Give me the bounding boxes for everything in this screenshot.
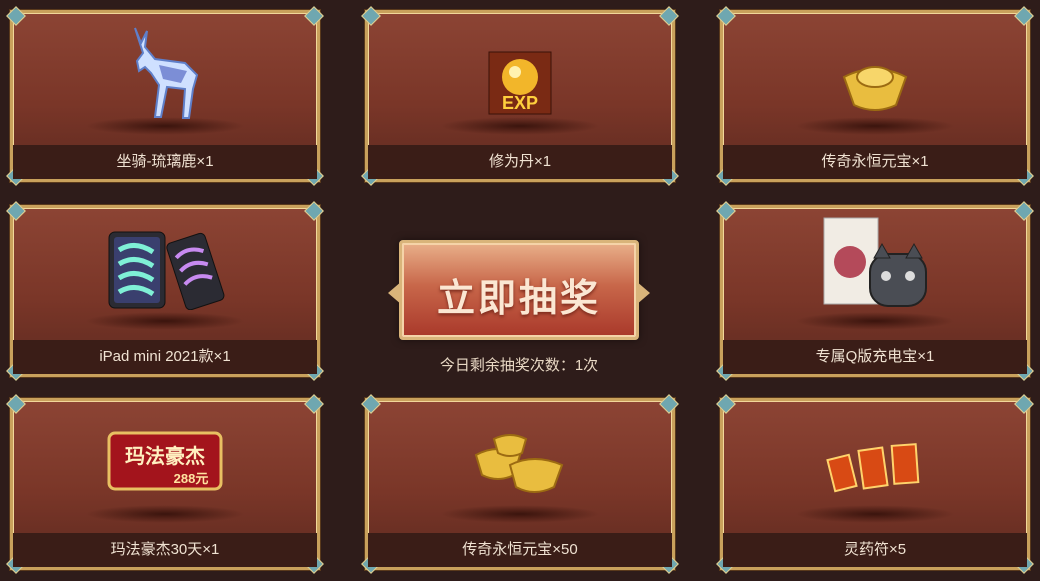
badge-price-text: 288元 [174, 471, 209, 486]
prize-card-title-badge: 玛法豪杰 288元 玛法豪杰30天×1 [6, 394, 324, 574]
talisman-icon [826, 443, 920, 493]
remaining-draws-text: 今日剩余抽奖次数：1次 [439, 357, 599, 374]
draw-button[interactable]: 立即抽奖 [388, 240, 650, 340]
prize-label: 传奇永恒元宝×50 [368, 533, 672, 567]
prize-card-talisman: 灵药符×5 [716, 394, 1034, 574]
title-badge-icon: 玛法豪杰 288元 [107, 431, 223, 491]
prize-card-gold-ingot-pile: 传奇永恒元宝×50 [361, 394, 679, 574]
gold-ingot-pile-icon [474, 434, 564, 493]
prize-label: 灵药符×5 [723, 533, 1027, 567]
prize-label: 传奇永恒元宝×1 [723, 145, 1027, 179]
power-bank-icon [823, 217, 927, 307]
left-arrow-ornament [388, 281, 402, 305]
prize-card-ipad-mini: iPad mini 2021款×1 [6, 201, 324, 381]
prize-label: 专属Q版充电宝×1 [723, 340, 1027, 374]
prize-label: 坐骑-琉璃鹿×1 [13, 145, 317, 179]
badge-title-text: 玛法豪杰 [125, 444, 205, 468]
crystal-deer-icon [134, 27, 199, 119]
prize-label: iPad mini 2021款×1 [13, 340, 317, 374]
exp-pill-icon: EXP [488, 51, 552, 115]
prize-label: 玛法豪杰30天×1 [13, 533, 317, 567]
prize-card-gold-ingot: 传奇永恒元宝×1 [716, 6, 1034, 186]
right-arrow-ornament [636, 281, 650, 305]
exp-text: EXP [502, 93, 538, 113]
prize-card-crystal-deer: 坐骑-琉璃鹿×1 [6, 6, 324, 186]
prize-label: 修为丹×1 [368, 145, 672, 179]
gold-ingot-icon [842, 66, 908, 111]
draw-button-label: 立即抽奖 [436, 278, 601, 320]
prize-card-power-bank: 专属Q版充电宝×1 [716, 201, 1034, 381]
prize-card-exp-pill: EXP 修为丹×1 [361, 6, 679, 186]
ipad-mini-icon [108, 231, 225, 310]
